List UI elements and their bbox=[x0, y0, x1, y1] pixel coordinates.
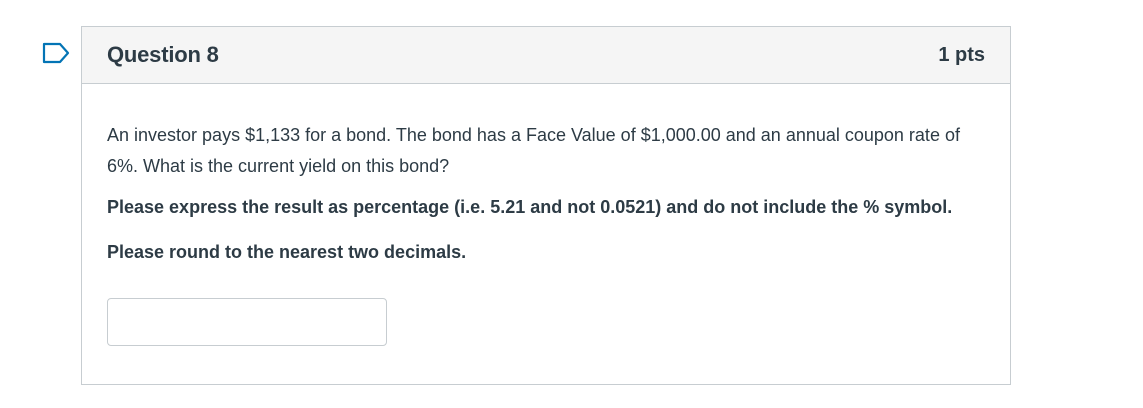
question-points: 1 pts bbox=[938, 43, 985, 66]
flag-icon bbox=[42, 42, 70, 64]
question-title: Question 8 bbox=[107, 42, 219, 67]
question-text: An investor pays $1,133 for a bond. The … bbox=[107, 125, 960, 176]
question-card: Question 8 1 pts An investor pays $1,133… bbox=[81, 26, 1011, 385]
flag-question-icon[interactable] bbox=[42, 42, 70, 64]
question-body: An investor pays $1,133 for a bond. The … bbox=[82, 84, 1010, 346]
quiz-page: Question 8 1 pts An investor pays $1,133… bbox=[0, 0, 1143, 408]
answer-input[interactable] bbox=[107, 298, 387, 346]
instruction-rounding: Please round to the nearest two decimals… bbox=[107, 242, 467, 262]
instruction-percentage: Please express the result as percentage … bbox=[107, 197, 953, 217]
question-header: Question 8 1 pts bbox=[82, 27, 1010, 84]
